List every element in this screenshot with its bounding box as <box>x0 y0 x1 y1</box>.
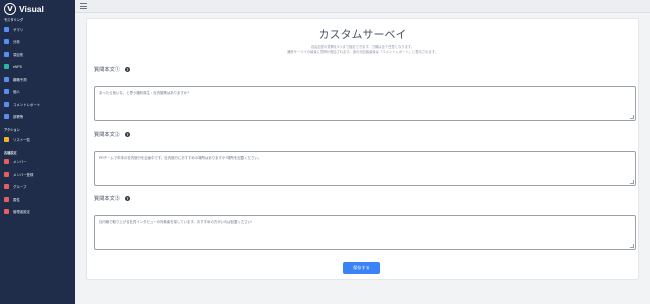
user-add-icon <box>4 171 9 177</box>
question-1-text: あったら良いな、と思う福利厚生・社内施策はありますか? <box>99 91 190 95</box>
sidebar-item[interactable]: グループ <box>0 181 75 194</box>
trend-icon <box>4 76 9 82</box>
question-3-text: 社内報で取り上げる社員インタビューの対象者を探しています。おすすめの方がいれば記… <box>99 220 253 224</box>
sidebar-item[interactable]: 項目別 <box>0 48 75 61</box>
sidebar-item[interactable]: メンバー登録 <box>0 168 75 181</box>
question-2-text: PRチームで年末の社内旅行を企画中です。社内旅行におすすめの場所はありますか?場… <box>99 156 262 160</box>
sidebar-item-label: eNPS <box>13 64 22 69</box>
sidebar-item[interactable]: 部署等 <box>0 111 75 124</box>
sidebar-item[interactable]: 個人 <box>0 86 75 99</box>
tag-icon <box>4 196 9 202</box>
help-icon[interactable]: ? <box>124 67 130 72</box>
sidebar-item[interactable]: 属性 <box>0 193 75 206</box>
sidebar-item-label: リスト一覧 <box>13 137 30 142</box>
bar-chart-icon <box>4 39 9 45</box>
main-content: カスタムサーベイ 自由記述の質問を3つまで指定できます。刀欄は全て任意となります… <box>75 13 650 304</box>
list-icon <box>4 51 9 57</box>
sidebar-item-label: 離職予測 <box>13 77 27 82</box>
sidebar-item[interactable]: コメントレポート <box>0 98 75 111</box>
sidebar-item[interactable]: 離職予測 <box>0 73 75 86</box>
sidebar-item-label: グループ <box>13 185 27 190</box>
question-2-label: 質問本文② ? <box>94 131 130 138</box>
sidebar-item-label: 部署等 <box>13 115 24 120</box>
help-icon[interactable]: ? <box>124 132 130 137</box>
question-label-text: 質問本文① <box>94 67 120 73</box>
question-1-label: 質問本文① ? <box>94 66 130 73</box>
sidebar-item-label: 個人 <box>13 90 20 95</box>
sidebar-item-label: 属性 <box>13 197 20 202</box>
admin-icon <box>4 209 9 215</box>
sidebar-item[interactable]: メンバー <box>0 156 75 169</box>
hamburger-menu-icon[interactable] <box>80 3 87 9</box>
sidebar-item[interactable]: 分析 <box>0 36 75 49</box>
question-2-textarea[interactable]: PRチームで年末の社内旅行を企画中です。社内旅行におすすめの場所はありますか?場… <box>94 151 636 186</box>
resize-handle-icon[interactable] <box>630 115 634 119</box>
topbar <box>75 0 650 13</box>
sidebar-nav: モニタリング サマリ 分析 項目別 eNPS 離職予測 個人 コメントレポート 部署等 アクション… <box>0 17 75 218</box>
question-label-text: 質問本文② <box>94 132 120 138</box>
sidebar-item[interactable]: eNPS <box>0 61 75 74</box>
help-icon[interactable]: ? <box>124 196 130 201</box>
sidebar-item-label: 管理者設定 <box>13 210 30 215</box>
sidebar-item[interactable]: サマリ <box>0 23 75 36</box>
sidebar-item-label: サマリ <box>13 27 24 32</box>
sidebar: V Visual モニタリング サマリ 分析 項目別 eNPS 離職予測 個人 コメントレポー… <box>0 0 75 304</box>
group-icon <box>4 184 9 190</box>
users-icon <box>4 114 9 120</box>
survey-card: カスタムサーベイ 自由記述の質問を3つまで指定できます。刀欄は全て任意となります… <box>86 18 639 280</box>
brand-name: Visual <box>19 3 44 14</box>
resize-handle-icon[interactable] <box>630 180 634 184</box>
page-description-2: 通常サーベイの最後に質問が追加されます。追の分記装最後は「コメントレポート」に表… <box>287 50 438 54</box>
user-icon <box>4 89 9 95</box>
resize-handle-icon[interactable] <box>630 244 634 248</box>
sidebar-item-label: コメントレポート <box>13 102 41 107</box>
sidebar-item-label: メンバー <box>13 160 27 165</box>
sidebar-item-label: メンバー登録 <box>13 172 34 177</box>
question-1-textarea[interactable]: あったら良いな、と思う福利厚生・社内施策はありますか? <box>94 86 636 121</box>
folder-icon <box>4 136 9 142</box>
sidebar-item-label: 項目別 <box>13 52 24 57</box>
save-button[interactable]: 保存する <box>343 262 380 274</box>
brand-logo-icon: V <box>4 2 16 15</box>
gauge-icon <box>4 64 9 70</box>
question-label-text: 質問本文③ <box>94 196 120 202</box>
member-icon <box>4 159 9 165</box>
page-title: カスタムサーベイ <box>318 28 407 41</box>
comment-icon <box>4 101 9 107</box>
sidebar-item[interactable]: リスト一覧 <box>0 133 75 146</box>
sidebar-item[interactable]: 管理者設定 <box>0 206 75 219</box>
pie-chart-icon <box>4 26 9 32</box>
question-3-textarea[interactable]: 社内報で取り上げる社員インタビューの対象者を探しています。おすすめの方がいれば記… <box>94 215 636 250</box>
sidebar-item-label: 分析 <box>13 40 20 45</box>
brand[interactable]: V Visual <box>0 0 75 17</box>
question-3-label: 質問本文③ ? <box>94 195 130 202</box>
